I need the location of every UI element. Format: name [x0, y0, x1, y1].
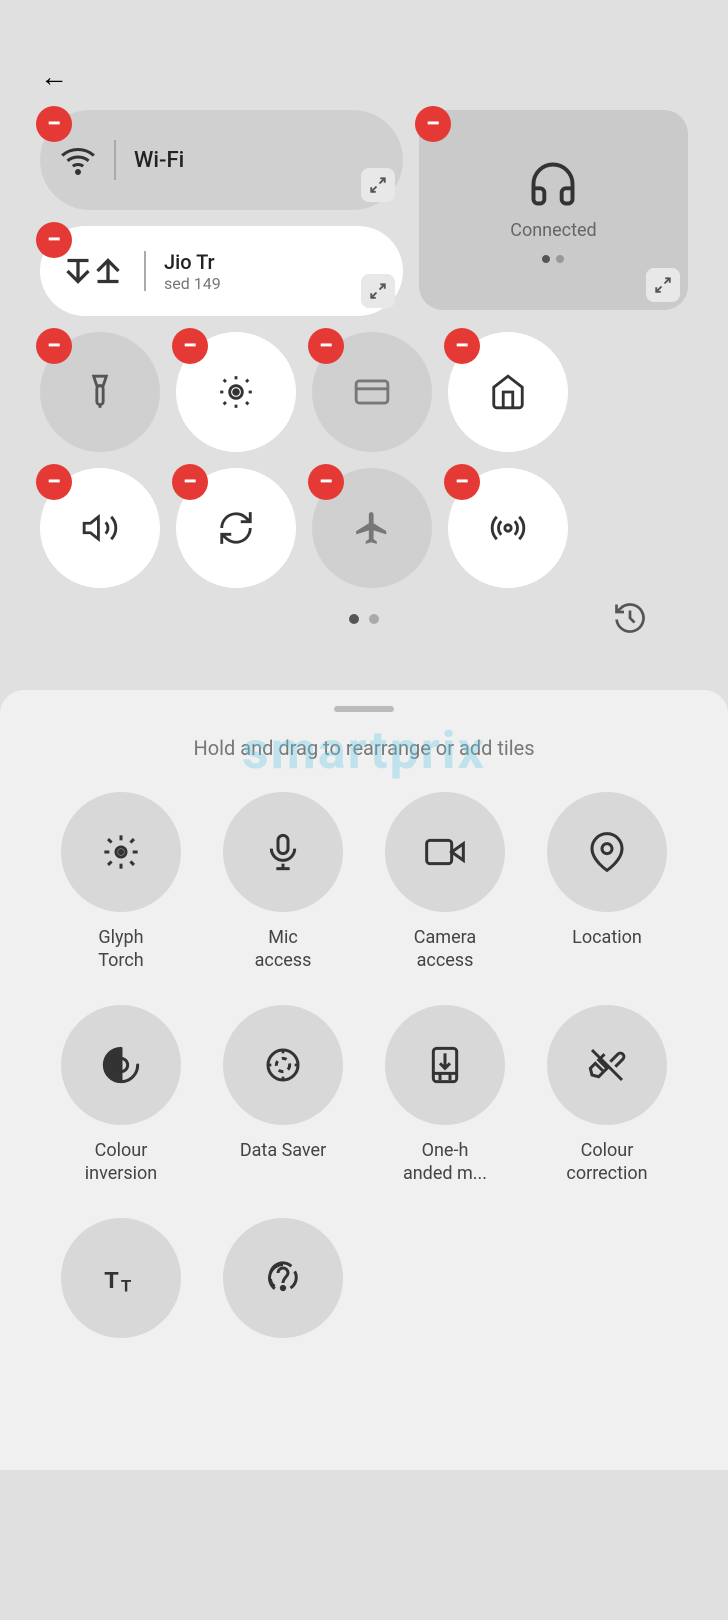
- add-tile-mic-access[interactable]: Micaccess: [202, 792, 364, 973]
- add-tile-location[interactable]: Location: [526, 792, 688, 973]
- one-handed-circle[interactable]: [385, 1005, 505, 1125]
- rotate-remove[interactable]: −: [172, 464, 208, 500]
- colour-inversion-icon: [101, 1045, 141, 1085]
- wallet-tile[interactable]: −: [312, 332, 432, 452]
- data-info: Jio Tr sed 149: [164, 250, 221, 293]
- airplane-remove[interactable]: −: [308, 464, 344, 500]
- colour-correction-icon: [587, 1045, 627, 1085]
- add-tile-font-size[interactable]: T T: [40, 1218, 202, 1352]
- hotspot-remove[interactable]: −: [444, 464, 480, 500]
- one-handed-icon: [425, 1045, 465, 1085]
- add-tile-data-saver[interactable]: Data Saver: [202, 1005, 364, 1186]
- data-tile[interactable]: − Jio Tr sed 149: [40, 226, 403, 316]
- location-icon: [587, 832, 627, 872]
- rotate-icon: [217, 509, 255, 547]
- headphone-remove-badge[interactable]: −: [415, 106, 451, 142]
- colour-inversion-circle[interactable]: [61, 1005, 181, 1125]
- brightness-icon: [217, 373, 255, 411]
- wifi-icon: [60, 142, 96, 178]
- pagination-area: [40, 604, 688, 640]
- volume-remove[interactable]: −: [36, 464, 72, 500]
- font-size-icon: T T: [101, 1258, 141, 1298]
- add-tile-camera-access[interactable]: Cameraaccess: [364, 792, 526, 973]
- headphone-dots: [542, 255, 564, 263]
- volume-tile[interactable]: −: [40, 468, 160, 588]
- headphone-status: Connected: [510, 220, 596, 241]
- font-size-circle[interactable]: T T: [61, 1218, 181, 1338]
- hearing-circle[interactable]: [223, 1218, 343, 1338]
- mic-access-icon: [263, 832, 303, 872]
- glyph-torch-icon: [101, 832, 141, 872]
- flashlight-tile[interactable]: −: [40, 332, 160, 452]
- home-remove[interactable]: −: [444, 328, 480, 364]
- wifi-expand-button[interactable]: [361, 168, 395, 202]
- wifi-divider: [114, 140, 116, 180]
- add-tile-one-handed[interactable]: One-handed m...: [364, 1005, 526, 1186]
- camera-access-label: Cameraaccess: [414, 926, 476, 973]
- history-icon[interactable]: [612, 600, 648, 644]
- add-tiles-grid: GlyphTorch Micaccess Camer: [40, 792, 688, 1384]
- dot2: [556, 255, 564, 263]
- location-circle[interactable]: [547, 792, 667, 912]
- add-tile-hearing[interactable]: [202, 1218, 364, 1352]
- icon-row-1: − −: [40, 332, 688, 452]
- headphone-expand-button[interactable]: [646, 268, 680, 302]
- svg-text:T: T: [121, 1276, 131, 1295]
- home-icon: [489, 373, 527, 411]
- wallet-icon: [353, 373, 391, 411]
- colour-correction-circle[interactable]: [547, 1005, 667, 1125]
- wifi-label: Wi-Fi: [134, 148, 184, 173]
- data-sub: sed 149: [164, 274, 221, 293]
- hotspot-tile[interactable]: −: [448, 468, 568, 588]
- airplane-icon: [353, 509, 391, 547]
- quick-settings-top: − Wi-Fi: [0, 0, 728, 670]
- data-saver-circle[interactable]: [223, 1005, 343, 1125]
- auto-brightness-tile[interactable]: −: [176, 332, 296, 452]
- svg-text:T: T: [104, 1267, 118, 1293]
- data-divider: [144, 251, 146, 291]
- sheet-hint: Hold and drag to rearrange or add tiles: [40, 736, 688, 760]
- glyph-torch-label: GlyphTorch: [98, 926, 143, 973]
- data-expand-button[interactable]: [361, 274, 395, 308]
- brightness-remove[interactable]: −: [172, 328, 208, 364]
- page-dots: [349, 614, 379, 624]
- icon-row-2: − − − −: [40, 468, 688, 588]
- wifi-remove-badge[interactable]: −: [36, 106, 72, 142]
- data-saver-label: Data Saver: [240, 1139, 326, 1162]
- airplane-tile[interactable]: −: [312, 468, 432, 588]
- add-tile-colour-inversion[interactable]: Colourinversion: [40, 1005, 202, 1186]
- flashlight-remove[interactable]: −: [36, 328, 72, 364]
- rotate-tile[interactable]: −: [176, 468, 296, 588]
- add-tile-glyph-torch[interactable]: GlyphTorch: [40, 792, 202, 973]
- volume-icon: [81, 509, 119, 547]
- one-handed-label: One-handed m...: [403, 1139, 487, 1186]
- back-button[interactable]: ←: [40, 60, 68, 93]
- colour-correction-label: Colourcorrection: [566, 1139, 647, 1186]
- glyph-torch-circle[interactable]: [61, 792, 181, 912]
- mic-access-circle[interactable]: [223, 792, 343, 912]
- dot1: [542, 255, 550, 263]
- headphone-tile[interactable]: − Connected: [419, 110, 688, 310]
- add-tile-colour-correction[interactable]: Colourcorrection: [526, 1005, 688, 1186]
- mic-access-label: Micaccess: [255, 926, 312, 973]
- hearing-icon: [263, 1258, 303, 1298]
- hotspot-icon: [489, 509, 527, 547]
- camera-access-circle[interactable]: [385, 792, 505, 912]
- bottom-sheet: Hold and drag to rearrange or add tiles: [0, 690, 728, 1470]
- wifi-tile[interactable]: − Wi-Fi: [40, 110, 403, 210]
- page-dot-1: [349, 614, 359, 624]
- sheet-handle: [334, 706, 394, 712]
- home-control-tile[interactable]: −: [448, 332, 568, 452]
- data-remove-badge[interactable]: −: [36, 222, 72, 258]
- headphone-icon: [527, 158, 579, 210]
- data-icon2: [90, 253, 126, 289]
- colour-inversion-label: Colourinversion: [85, 1139, 157, 1186]
- wallet-remove[interactable]: −: [308, 328, 344, 364]
- data-saver-icon: [263, 1045, 303, 1085]
- page-dot-2: [369, 614, 379, 624]
- flashlight-icon: [81, 373, 119, 411]
- data-label: Jio Tr: [164, 250, 221, 274]
- camera-access-icon: [425, 832, 465, 872]
- location-label: Location: [572, 926, 642, 949]
